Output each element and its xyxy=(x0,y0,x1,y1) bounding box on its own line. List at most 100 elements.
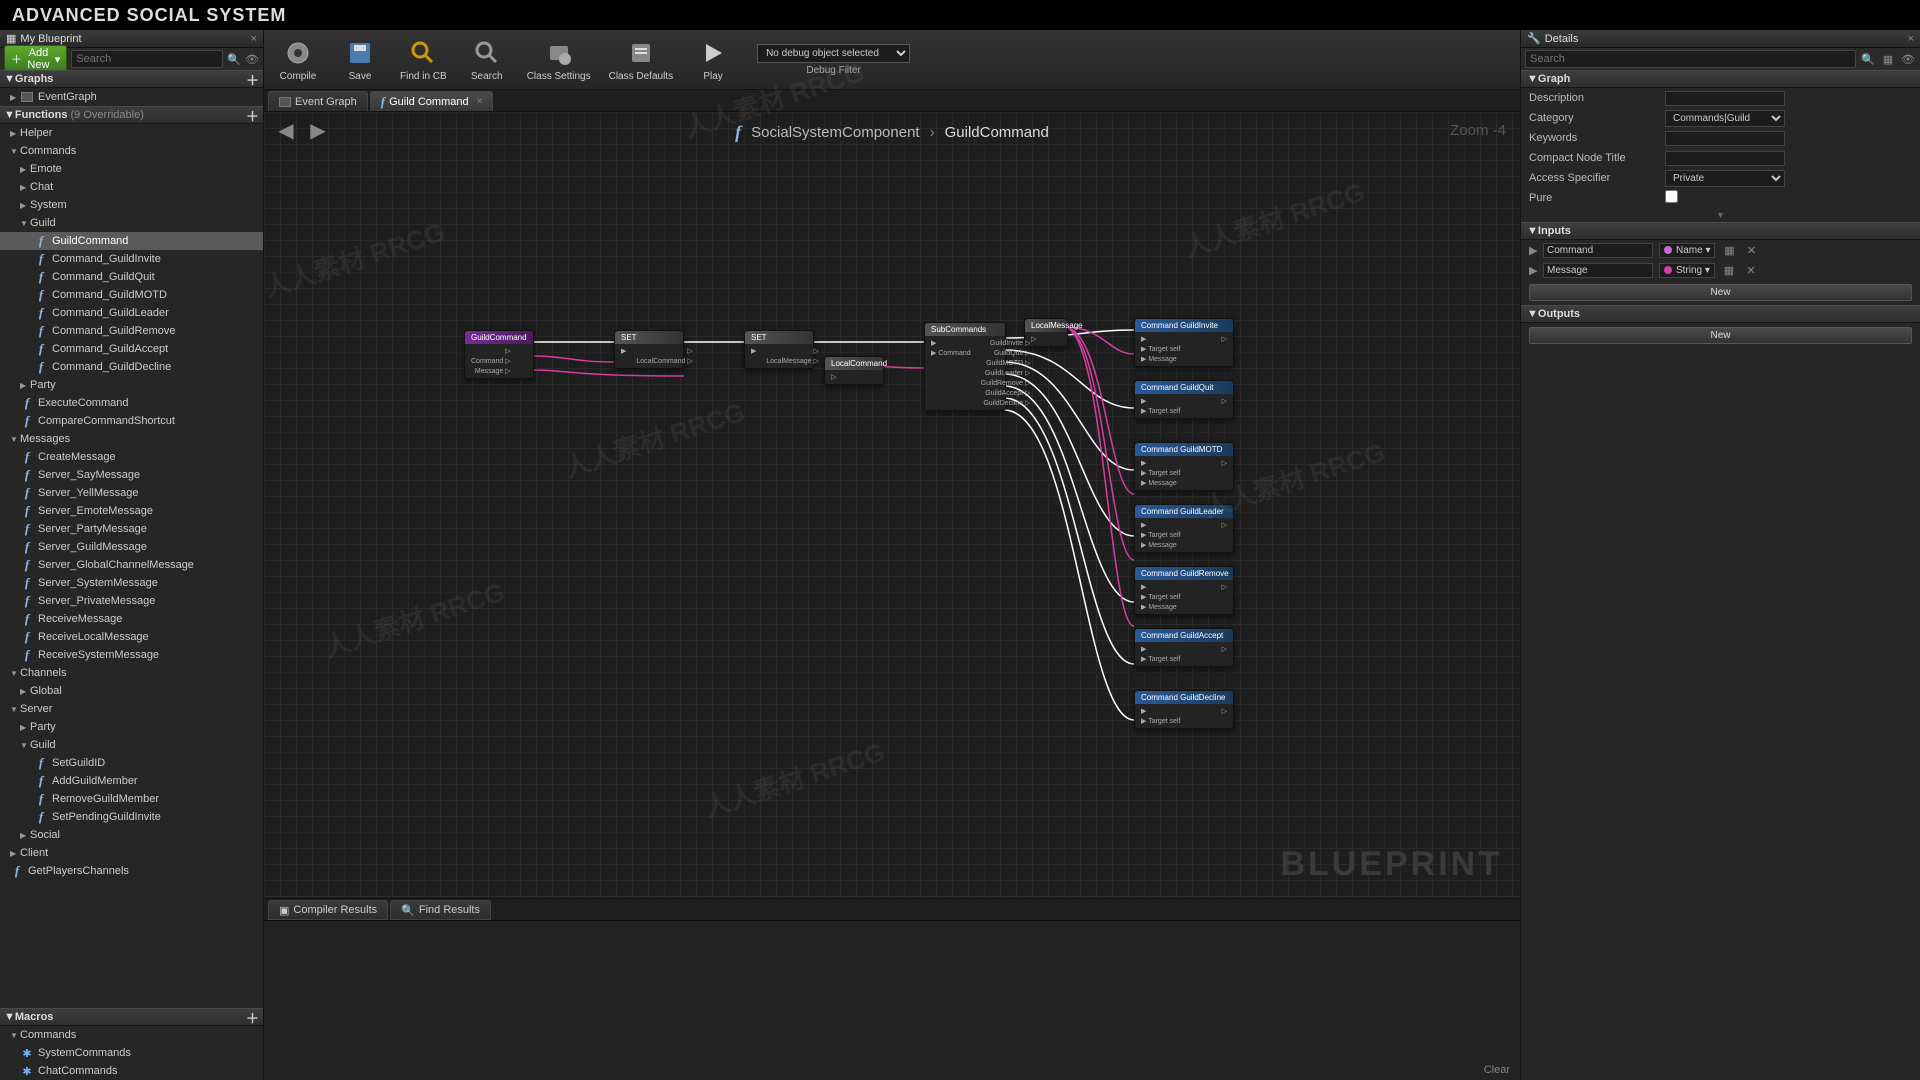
grid-icon[interactable]: ▦ xyxy=(1721,262,1737,278)
tree-item[interactable]: fReceiveMessage xyxy=(0,610,263,628)
tab-event-graph[interactable]: Event Graph xyxy=(268,91,368,111)
tree-item[interactable]: ▶Chat xyxy=(0,178,263,196)
tree-item[interactable]: ▶Global xyxy=(0,682,263,700)
tree-item[interactable]: fAddGuildMember xyxy=(0,772,263,790)
delete-icon[interactable]: ✕ xyxy=(1743,242,1759,258)
tab-guild-command[interactable]: fGuild Command× xyxy=(370,91,494,111)
tab-find-results[interactable]: 🔍Find Results xyxy=(390,900,491,920)
pure-checkbox[interactable] xyxy=(1665,190,1678,203)
delete-icon[interactable]: ✕ xyxy=(1743,262,1759,278)
tree-item[interactable]: fCommand_GuildMOTD xyxy=(0,286,263,304)
tree-item[interactable]: fExecuteCommand xyxy=(0,394,263,412)
tree-item[interactable]: fCommand_GuildAccept xyxy=(0,340,263,358)
breadcrumb-parent[interactable]: SocialSystemComponent xyxy=(751,124,919,141)
close-icon[interactable]: × xyxy=(251,33,257,45)
clear-button[interactable]: Clear xyxy=(1484,1064,1510,1076)
graph-node[interactable]: Command GuildQuit▶ ▶ Target self ▷ xyxy=(1134,380,1234,419)
graph-node[interactable]: LocalCommand ▷ xyxy=(824,356,884,385)
tree-item[interactable]: ▼Messages xyxy=(0,430,263,448)
tree-item[interactable]: fServer_GlobalChannelMessage xyxy=(0,556,263,574)
add-macro-button[interactable]: ＋ xyxy=(246,1008,259,1027)
tree-item[interactable]: fServer_SayMessage xyxy=(0,466,263,484)
tree-item[interactable]: ▼Commands xyxy=(0,142,263,160)
find-in-cb-button[interactable]: Find in CB xyxy=(396,33,451,86)
graph-node[interactable]: Command GuildAccept▶ ▶ Target self ▷ xyxy=(1134,628,1234,667)
breadcrumb-child[interactable]: GuildCommand xyxy=(945,124,1049,141)
expand-icon[interactable]: ▼ xyxy=(1521,208,1920,222)
tab-compiler-results[interactable]: ▣Compiler Results xyxy=(268,900,388,920)
access-select[interactable]: Private xyxy=(1665,170,1785,187)
graph-node[interactable]: SubCommands▶ ▶ CommandGuildInvite ▷Guild… xyxy=(924,322,1006,411)
search-icon[interactable]: 🔍 xyxy=(227,51,241,67)
graph-node[interactable]: Command GuildMOTD▶ ▶ Target self▶ Messag… xyxy=(1134,442,1234,491)
graph-node[interactable]: Command GuildInvite▶ ▶ Target self▶ Mess… xyxy=(1134,318,1234,367)
grid-icon[interactable]: ▦ xyxy=(1721,242,1737,258)
compact-title-input[interactable] xyxy=(1665,151,1785,166)
tree-item[interactable]: ▼Server xyxy=(0,700,263,718)
class-settings-button[interactable]: Class Settings xyxy=(523,33,595,86)
tree-item[interactable]: fServer_EmoteMessage xyxy=(0,502,263,520)
section-inputs[interactable]: ▼ Inputs xyxy=(1521,222,1920,240)
tree-item[interactable]: fServer_YellMessage xyxy=(0,484,263,502)
class-defaults-button[interactable]: Class Defaults xyxy=(605,33,677,86)
tree-item[interactable]: fSetGuildID xyxy=(0,754,263,772)
view-matrix-icon[interactable]: ▦ xyxy=(1880,51,1896,67)
eye-icon[interactable]: 👁 xyxy=(1900,51,1916,67)
my-blueprint-search-input[interactable] xyxy=(71,50,223,68)
graph-node[interactable]: Command GuildLeader▶ ▶ Target self▶ Mess… xyxy=(1134,504,1234,553)
tree-item[interactable]: ▶System xyxy=(0,196,263,214)
compile-button[interactable]: Compile xyxy=(272,33,324,86)
nav-forward-button[interactable]: ▶ xyxy=(306,118,330,142)
tree-item[interactable]: ▼Guild xyxy=(0,214,263,232)
section-macros[interactable]: ▼ Macros ＋ xyxy=(0,1008,263,1026)
tree-item[interactable]: fServer_PrivateMessage xyxy=(0,592,263,610)
tree-item[interactable]: ▶Party xyxy=(0,718,263,736)
tree-item[interactable]: fCommand_GuildInvite xyxy=(0,250,263,268)
tree-item[interactable]: fServer_PartyMessage xyxy=(0,520,263,538)
graph-node[interactable]: Command GuildDecline▶ ▶ Target self ▷ xyxy=(1134,690,1234,729)
category-select[interactable]: Commands|Guild xyxy=(1665,110,1785,127)
eye-icon[interactable]: 👁 xyxy=(245,51,259,67)
new-input-button[interactable]: New xyxy=(1529,284,1912,301)
tree-item[interactable]: fServer_SystemMessage xyxy=(0,574,263,592)
section-outputs[interactable]: ▼ Outputs xyxy=(1521,305,1920,323)
tree-item[interactable]: ▼Channels xyxy=(0,664,263,682)
tree-item[interactable]: fGetPlayersChannels xyxy=(0,862,263,880)
new-output-button[interactable]: New xyxy=(1529,327,1912,344)
graph-node[interactable]: GuildCommand ▷Command ▷Message ▷ xyxy=(464,330,534,379)
section-functions[interactable]: ▼ Functions (9 Overridable) ＋ xyxy=(0,106,263,124)
graph-node[interactable]: SET▶ ▷LocalCommand ▷ xyxy=(614,330,684,369)
input-type-select[interactable]: String ▾ xyxy=(1659,263,1715,278)
input-type-select[interactable]: Name ▾ xyxy=(1659,243,1715,258)
add-new-button[interactable]: ＋ Add New ▾ xyxy=(4,45,67,73)
graph-canvas[interactable]: ◀ ▶ f SocialSystemComponent › GuildComma… xyxy=(264,112,1520,898)
tree-item[interactable]: ▶Party xyxy=(0,376,263,394)
section-graph[interactable]: ▼ Graph xyxy=(1521,70,1920,88)
details-search-input[interactable] xyxy=(1525,50,1856,68)
keywords-input[interactable] xyxy=(1665,131,1785,146)
tree-item[interactable]: fCommand_GuildQuit xyxy=(0,268,263,286)
tree-item[interactable]: fCommand_GuildLeader xyxy=(0,304,263,322)
save-button[interactable]: Save xyxy=(334,33,386,86)
input-name-field[interactable] xyxy=(1543,243,1653,258)
tree-item[interactable]: fSetPendingGuildInvite xyxy=(0,808,263,826)
tree-item[interactable]: fCompareCommandShortcut xyxy=(0,412,263,430)
tree-item[interactable]: ▶Emote xyxy=(0,160,263,178)
tree-item[interactable]: ▼Guild xyxy=(0,736,263,754)
tree-item[interactable]: fGuildCommand xyxy=(0,232,263,250)
tree-item[interactable]: fReceiveLocalMessage xyxy=(0,628,263,646)
graph-node[interactable]: Command GuildRemove▶ ▶ Target self▶ Mess… xyxy=(1134,566,1234,615)
add-function-button[interactable]: ＋ xyxy=(246,106,259,125)
nav-back-button[interactable]: ◀ xyxy=(274,118,298,142)
tree-item[interactable]: fServer_GuildMessage xyxy=(0,538,263,556)
tree-item[interactable]: ▶Helper xyxy=(0,124,263,142)
search-button[interactable]: Search xyxy=(461,33,513,86)
search-icon[interactable]: 🔍 xyxy=(1860,51,1876,67)
graph-node[interactable]: LocalMessage ▷ xyxy=(1024,318,1068,347)
tree-item-eventgraph[interactable]: ▶EventGraph xyxy=(0,88,263,106)
play-button[interactable]: Play xyxy=(687,33,739,86)
tree-item[interactable]: fRemoveGuildMember xyxy=(0,790,263,808)
tree-item[interactable]: ✱SystemCommands xyxy=(0,1044,263,1062)
section-graphs[interactable]: ▼ Graphs ＋ xyxy=(0,70,263,88)
tree-item[interactable]: fCommand_GuildDecline xyxy=(0,358,263,376)
